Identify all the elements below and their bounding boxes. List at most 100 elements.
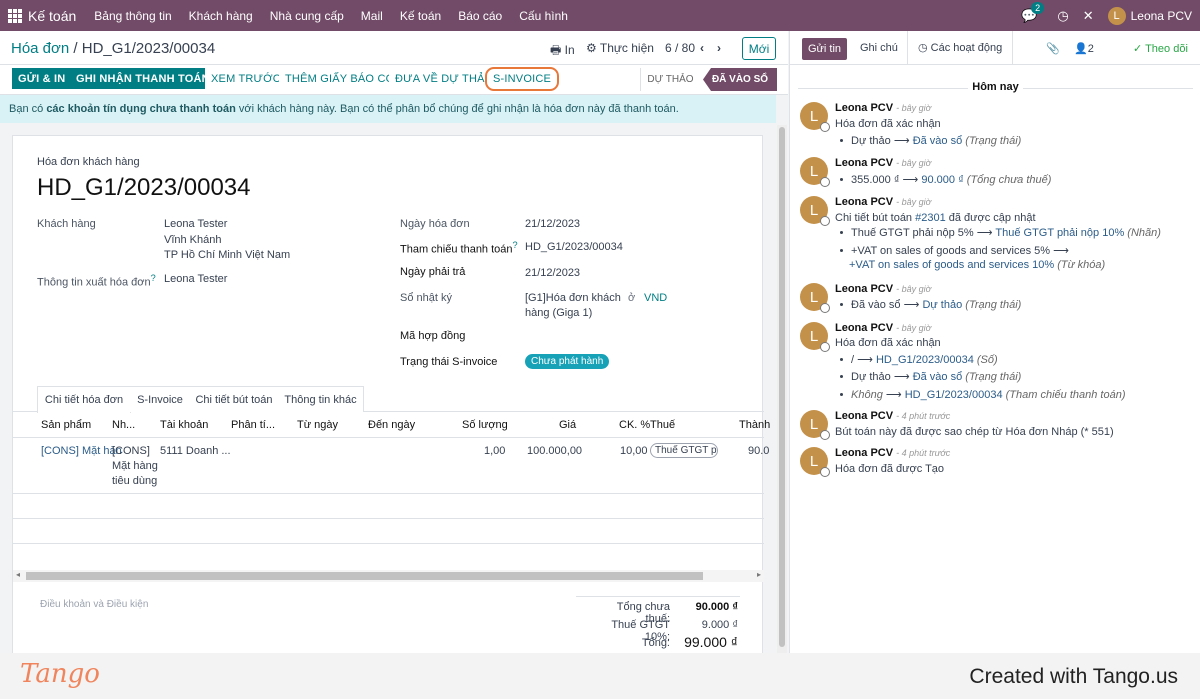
table-row[interactable]: [CONS] Mặt hàn [CONS] Mặt hàng tiêu dùng… [13,438,769,494]
register-payment-button[interactable]: GHI NHẬN THANH TOÁN [70,68,216,89]
button-bar: GỬI & IN GHI NHẬN THANH TOÁN XEM TRƯỚC T… [0,65,788,95]
form-view: Hóa đơn / HD_G1/2023/00034 🖶 In ⚙ Thực h… [0,31,788,653]
date-separator: Hôm nay [790,81,1200,93]
horizontal-scrollbar[interactable]: ◂ ▸ [13,570,764,582]
terms-placeholder[interactable]: Điều khoản và Điều kiện [40,599,148,610]
menu-accounting[interactable]: Kế toán [400,9,441,23]
tracking-line-cont: +VAT on sales of goods and services 10% … [849,259,1106,271]
follow-button[interactable]: ✓ Theo dõi [1133,42,1188,55]
author-avatar[interactable]: L [800,102,830,132]
send-message-button[interactable]: Gửi tin [802,38,847,60]
line-discount[interactable]: 10,00 [620,445,648,457]
user-avatar[interactable]: L [1107,6,1126,25]
print-button[interactable]: 🖶 In [550,41,575,62]
author-avatar[interactable]: L [800,410,830,440]
tab-other-info[interactable]: Thông tin khác [278,386,364,412]
line-label-3: tiêu dùng [112,475,158,487]
col-analytic[interactable]: Phân tí... [231,419,275,431]
pager-next-icon[interactable]: › [717,41,721,55]
journal-label: Sổ nhật ký [400,292,452,304]
journal-value-line1[interactable]: [G1]Hóa đơn khách [525,292,621,304]
pager-prev-icon[interactable]: ‹ [700,41,704,55]
author-avatar[interactable]: L [800,447,830,477]
pager-value[interactable]: 6 / 80 [665,41,695,55]
col-discount[interactable]: CK. % [619,419,650,431]
col-price[interactable]: Giá [559,419,576,431]
vertical-scroll-thumb[interactable] [779,127,785,647]
activities-button[interactable]: ◷ Các hoạt động [907,31,1014,65]
due-date-label: Ngày phải trả [400,266,466,278]
author-avatar[interactable]: L [800,157,830,187]
journal-entry-link[interactable]: #2301 [915,212,946,224]
action-button[interactable]: ⚙ Thực hiện [586,41,654,55]
line-account[interactable]: 5111 Doanh ... [160,445,231,457]
line-price[interactable]: 100.000,00 [527,445,582,457]
payment-ref-label: Tham chiếu thanh toán? [400,240,518,256]
currency-value[interactable]: VND [644,292,667,304]
invoice-info-label: Thông tin xuất hóa đơn? [37,273,156,289]
tab-invoice-lines[interactable]: Chi tiết hóa đơn [37,386,131,413]
author-avatar[interactable]: L [800,322,830,352]
col-label[interactable]: Nh... [112,419,135,431]
empty-row [13,519,764,544]
tools-icon[interactable]: ✕ [1083,8,1094,24]
reset-to-draft-button[interactable]: ĐƯA VỀ DỰ THẢO [389,68,500,89]
breadcrumb-invoices[interactable]: Hóa đơn [11,40,69,57]
form-sheet: Hóa đơn khách hàng HD_G1/2023/00034 Khác… [12,135,770,653]
tracking-line: 355.000 ₫ ⟶ 90.000 ₫ (Tổng chưa thuế) [835,173,1051,186]
chat-icon[interactable]: 💬 2 [1021,1,1045,24]
apps-menu-icon[interactable] [8,8,22,23]
col-tax[interactable]: Thuế [650,419,675,431]
menu-reports[interactable]: Báo cáo [458,9,502,23]
col-from-date[interactable]: Từ ngày [297,419,338,431]
send-print-button[interactable]: GỬI & IN [12,68,72,89]
app-name[interactable]: Kế toán [28,8,76,24]
vertical-scrollbar[interactable] [777,125,787,653]
outstanding-credits-alert: Bạn có các khoản tín dụng chưa thanh toá… [0,95,776,123]
new-button[interactable]: Mới [742,37,776,60]
col-subtotal[interactable]: Thành [739,419,770,431]
line-product[interactable]: [CONS] Mặt hàn [41,445,122,457]
col-product[interactable]: Sản phẩm [41,419,91,431]
scroll-thumb[interactable] [26,572,703,580]
author-avatar[interactable]: L [800,283,830,313]
due-date[interactable]: 21/12/2023 [525,267,580,279]
preview-button[interactable]: XEM TRƯỚC [205,68,287,89]
scroll-left-icon[interactable]: ◂ [16,570,20,579]
menu-dashboard[interactable]: Bảng thông tin [94,9,171,23]
menu-customers[interactable]: Khách hàng [189,9,253,23]
breadcrumb-current: HD_G1/2023/00034 [81,40,216,57]
chatter: Gửi tin Ghi chú ◷ Các hoạt động 📎 👤2 ✓ T… [789,31,1200,653]
col-account[interactable]: Tài khoản [160,419,208,431]
clock-icon[interactable]: ◷ [1057,8,1068,24]
log-note-button[interactable]: Ghi chú [860,42,898,54]
user-name[interactable]: Leona PCV [1131,9,1192,23]
col-to-date[interactable]: Đến ngày [368,419,415,431]
customer-name[interactable]: Leona Tester [164,218,227,230]
status-draft[interactable]: DỰ THẢO [640,68,700,91]
paperclip-icon[interactable]: 📎 [1046,42,1060,55]
author-avatar[interactable]: L [800,196,830,226]
tango-logo: Tango [20,659,100,689]
payment-ref[interactable]: HD_G1/2023/00034 [525,241,623,253]
alert-bold: các khoản tín dụng chưa thanh toán [46,103,236,115]
line-quantity[interactable]: 1,00 [484,445,505,457]
breadcrumb: Hóa đơn / HD_G1/2023/00034 [11,40,216,57]
status-posted[interactable]: ĐÃ VÀO SỔ [703,68,777,91]
message-author: Leona PCV - bây giờ [835,196,932,208]
journal-value-line2: hàng (Giga 1) [525,307,593,319]
col-quantity[interactable]: Số lượng [462,419,508,431]
add-credit-note-button[interactable]: THÊM GIẤY BÁO CÓ [279,68,401,89]
tab-sinvoice[interactable]: S-Invoice [130,386,191,412]
sinvoice-button[interactable]: S-INVOICE [485,67,560,91]
invoice-info-value[interactable]: Leona Tester [164,273,227,285]
tab-journal-items[interactable]: Chi tiết bút toán [190,386,279,412]
menu-mail[interactable]: Mail [361,9,383,23]
line-tax-tag[interactable]: Thuế GTGT phả [650,443,718,458]
scroll-right-icon[interactable]: ▸ [757,570,761,579]
tracking-line: Dự thảo ⟶ Đã vào sổ (Trạng thái) [835,370,1021,383]
invoice-date[interactable]: 21/12/2023 [525,218,580,230]
menu-vendors[interactable]: Nhà cung cấp [270,9,344,23]
followers-button[interactable]: 👤2 [1074,42,1094,55]
menu-configuration[interactable]: Cấu hình [519,9,568,23]
